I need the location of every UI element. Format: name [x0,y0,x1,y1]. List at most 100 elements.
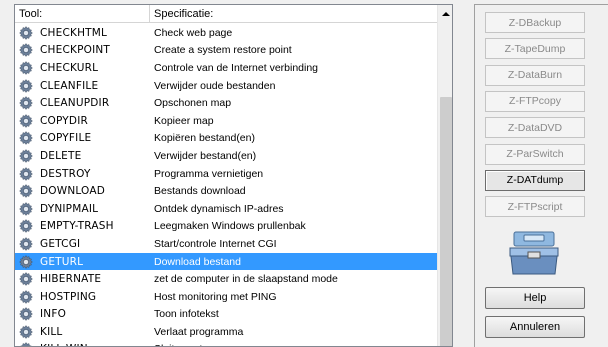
gear-icon [18,78,34,94]
table-row[interactable]: KILL-WIN Sluit venster [15,341,437,346]
gear-icon [18,306,34,322]
z-button[interactable]: Z-DBackup [485,12,585,33]
tool-name: HIBERNATE [40,273,102,286]
tool-name: CLEANUPDIR [40,97,110,110]
spec-cell: Programma vernietigen [154,167,264,180]
table-row[interactable]: CHECKURL Controle van de Internet verbind… [15,59,437,77]
tool-name: HOSTPING [40,290,97,303]
tool-cell: CHECKURL [15,59,150,77]
spec-cell: Kopiëren bestand(en) [154,132,255,145]
help-button[interactable]: Help [485,287,585,309]
spec-cell: Start/controle Internet CGI [154,237,277,250]
table-row[interactable]: KILL Verlaat programma [15,323,437,341]
tool-name: GETCGI [40,237,81,250]
gear-icon [18,25,34,41]
table-row[interactable]: CLEANUPDIR Opschonen map [15,94,437,112]
spec-cell: Kopieer map [154,114,214,127]
tool-cell: COPYDIR [15,112,150,130]
tool-name: DELETE [40,149,82,162]
tool-name: CLEANFILE [40,79,99,92]
spec-cell: Check web page [154,26,233,39]
list-rows: CHECKHTML Check web page CHECKPOINT Create … [15,24,437,346]
table-row[interactable]: GETCGI Start/controle Internet CGI [15,235,437,253]
table-row[interactable]: CHECKPOINT Create a system restore point [15,42,437,60]
table-row[interactable]: DELETE Verwijder bestand(en) [15,147,437,165]
side-panel: Z-DBackup Z-TapeDump Z-DataBurn Z-FTPcopy Z-… [474,4,608,347]
gear-icon [18,113,34,129]
column-header-tool[interactable]: Tool: [15,5,150,23]
tool-cell: CHECKPOINT [15,42,150,60]
spec-cell: Verlaat programma [154,325,244,338]
table-row[interactable]: DESTROY Programma vernietigen [15,165,437,183]
gear-icon [18,60,34,76]
tool-cell: INFO [15,306,150,324]
tool-name: DYNIPMAIL [40,202,99,215]
vertical-scrollbar[interactable] [437,5,452,346]
list-header: Tool: Specificatie: [15,5,437,23]
toolbox-icon [509,231,559,275]
tool-name: INFO [40,308,67,321]
z-button[interactable]: Z-TapeDump [485,38,585,60]
tool-cell: GETCGI [15,235,150,253]
spec-cell: Host monitoring met PING [154,290,277,303]
gear-icon [18,183,34,199]
z-button[interactable]: Z-FTPscript [485,196,585,218]
tool-cell: CLEANUPDIR [15,94,150,112]
gear-icon [18,254,34,270]
spec-cell: Create a system restore point [154,44,292,57]
spec-cell: Download bestand [154,255,241,268]
tool-name: KILL [40,325,63,338]
tool-name: GETURL [40,255,84,268]
gear-icon [18,218,34,234]
table-row[interactable]: GETURL Download bestand [15,252,437,271]
table-row[interactable]: DOWNLOAD Bestands download [15,182,437,200]
table-row[interactable]: CLEANFILE Verwijder oude bestanden [15,77,437,95]
z-button[interactable]: Z-DATdump [485,169,585,191]
table-row[interactable]: CHECKHTML Check web page [15,24,437,42]
tool-cell: HOSTPING [15,288,150,306]
gear-icon [18,236,34,252]
table-row[interactable]: HIBERNATE zet de computer in de slaapstan… [15,270,437,288]
gear-icon [18,130,34,146]
table-row[interactable]: EMPTY-TRASH Leegmaken Windows prullenbak [15,218,437,236]
table-row[interactable]: COPYDIR Kopieer map [15,112,437,130]
cancel-button[interactable]: Annuleren [485,316,585,338]
spec-cell: Bestands download [154,185,246,198]
tool-cell: DYNIPMAIL [15,200,150,218]
tool-name: COPYFILE [40,132,92,145]
spec-cell: Verwijder bestand(en) [154,149,257,162]
gear-icon [18,201,34,217]
tool-cell: GETURL [15,253,150,271]
scroll-up-arrow-icon[interactable] [438,5,452,22]
tool-list[interactable]: Tool: Specificatie: CHECKHTML Check web p… [14,4,453,347]
table-row[interactable]: HOSTPING Host monitoring met PING [15,288,437,306]
tool-cell: DELETE [15,147,150,165]
z-button[interactable]: Z-DataDVD [485,117,585,139]
spec-cell: Verwijder oude bestanden [154,79,276,92]
tool-cell: EMPTY-TRASH [15,218,150,236]
z-button[interactable]: Z-DataBurn [485,64,585,86]
spec-cell: Ontdek dynamisch IP-adres [154,202,284,215]
tool-name: COPYDIR [40,114,88,127]
tool-cell: KILL-WIN [15,341,150,346]
scrollbar-thumb[interactable] [440,97,452,346]
gear-icon [18,42,34,58]
tool-name: EMPTY-TRASH [40,220,114,233]
spec-cell: Opschonen map [154,97,232,110]
tool-cell: DOWNLOAD [15,182,150,200]
gear-icon [18,95,34,111]
spec-cell: Controle van de Internet verbinding [154,61,319,74]
z-button[interactable]: Z-ParSwitch [485,143,585,165]
spec-cell: Leegmaken Windows prullenbak [154,220,306,233]
tool-cell: DESTROY [15,165,150,183]
table-row[interactable]: COPYFILE Kopiëren bestand(en) [15,130,437,148]
spec-cell: Sluit venster [150,343,437,346]
column-header-spec[interactable]: Specificatie: [150,5,437,23]
table-row[interactable]: INFO Toon infotekst [15,306,437,324]
table-row[interactable]: DYNIPMAIL Ontdek dynamisch IP-adres [15,200,437,218]
gear-icon [18,271,34,287]
gear-icon [18,148,34,164]
z-button[interactable]: Z-FTPcopy [485,90,585,112]
tool-cell: CLEANFILE [15,77,150,95]
spec-cell: zet de computer in de slaapstand mode [154,273,338,286]
